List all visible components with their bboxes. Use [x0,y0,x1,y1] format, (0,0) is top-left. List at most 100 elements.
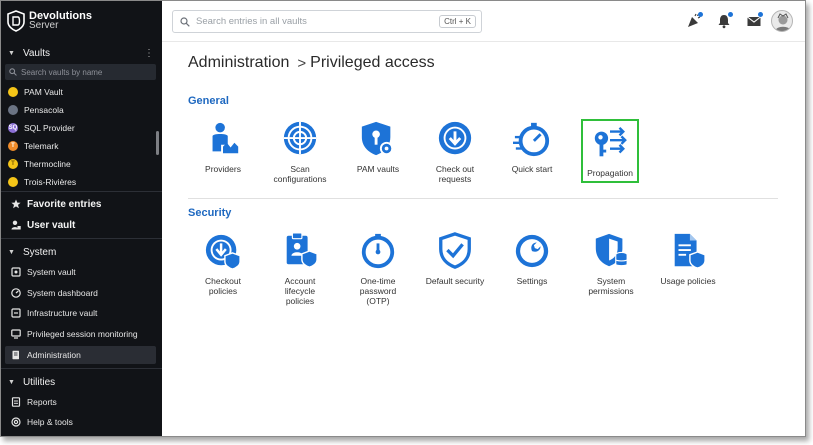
vault-icon [11,267,21,277]
server-vault-icon [11,308,21,318]
notification-dot [698,12,703,17]
tile-label: Check out requests [435,164,475,184]
sidebar-vault-thermocline[interactable]: T Thermocline [8,156,71,172]
tile-checkout-policies[interactable]: Checkout policies [193,232,253,296]
vault-label: Telemark [24,141,59,151]
security-section-title: Security [188,207,232,219]
lifecycle-icon [286,232,318,268]
vault-icon: SQ [8,123,18,133]
sidebar-vault-pam-vault[interactable]: PAM Vault [8,84,63,100]
system-vault-label: System vault [27,267,76,277]
search-icon [180,16,190,27]
sidebar-vault-sql-provider[interactable]: SQ SQL Provider [8,120,75,136]
tile-pam-vaults[interactable]: PAM vaults [348,120,408,174]
tile-account-lifecycle-policies[interactable]: Account lifecycle policies [270,232,330,306]
system-section-header[interactable]: ▼ System [1,242,162,262]
main-content: Administration > Privileged access Gener… [162,42,805,436]
tile-settings[interactable]: Settings [502,232,562,286]
vault-search-input[interactable]: Search vaults by name [5,64,156,80]
app-window: Devolutions Server ▼ Vaults ⋮ Search vau… [0,0,806,437]
utilities-section-header[interactable]: ▼ Utilities [1,372,162,392]
quick-start-icon [513,122,550,157]
sidebar-item-reports[interactable]: Reports [1,393,162,411]
notification-dot [758,12,763,17]
caret-down-icon: ▼ [8,248,15,256]
sidebar-item-help-tools[interactable]: Help & tools [1,413,162,431]
tile-one-time-password[interactable]: One-time password (OTP) [348,232,408,306]
tile-providers[interactable]: Providers [193,120,253,174]
tile-label: Providers [205,164,241,174]
lifebuoy-icon [11,417,21,427]
infrastructure-vault-label: Infrastructure vault [27,308,98,318]
notifications-button[interactable] [716,12,733,29]
page-title: Privileged access [310,54,435,71]
permissions-icon [595,233,628,267]
tile-usage-policies[interactable]: Usage policies [658,232,718,286]
sidebar-item-administration[interactable]: Administration [5,346,156,364]
sidebar-scrollbar[interactable] [156,131,159,155]
section-divider [188,198,778,199]
search-shortcut-badge: Ctrl + K [439,15,476,28]
general-section-title: General [188,95,229,107]
sidebar-vault-trois-rivieres[interactable]: Trois-Rivières [8,174,76,190]
avatar-image-icon [775,13,791,31]
pam-vault-icon [361,121,394,156]
tile-label: Checkout policies [205,276,241,296]
tile-quick-start[interactable]: Quick start [502,120,562,174]
global-search-input[interactable]: Search entries in all vaults Ctrl + K [172,10,482,33]
privileged-session-monitoring-label: Privileged session monitoring [27,329,138,339]
breadcrumb-separator: > [297,54,307,72]
sidebar-item-favorite-entries[interactable]: Favorite entries [1,194,162,214]
sidebar-item-system-vault[interactable]: System vault [1,263,162,281]
user-avatar[interactable] [771,10,793,32]
sidebar-divider [1,368,162,369]
notification-dot [728,12,733,17]
vault-icon [8,177,18,187]
sidebar: Devolutions Server ▼ Vaults ⋮ Search vau… [1,1,162,436]
user-vault-label: User vault [27,219,76,231]
vault-label: PAM Vault [24,87,63,97]
sidebar-divider [1,191,162,192]
sidebar-item-user-vault[interactable]: User vault [1,215,162,235]
messages-button[interactable] [746,12,763,29]
tile-default-security[interactable]: Default security [425,232,485,286]
checkout-policy-icon [205,234,241,270]
administration-label: Administration [27,350,81,360]
tile-label: Account lifecycle policies [284,276,316,306]
vault-label: SQL Provider [24,123,75,133]
vaults-section-header[interactable]: ▼ Vaults ⋮ [1,43,162,63]
tile-scan-configurations[interactable]: Scan configurations [270,120,330,184]
system-header-label: System [22,246,57,258]
vaults-header-label: Vaults [22,47,50,59]
tile-system-permissions[interactable]: System permissions [581,232,641,296]
breadcrumb-root[interactable]: Administration [188,54,289,72]
checkout-request-icon [438,121,472,155]
tile-label: Propagation [587,168,633,178]
sidebar-item-system-dashboard[interactable]: System dashboard [1,284,162,302]
sidebar-item-infrastructure-vault[interactable]: Infrastructure vault [1,304,162,322]
sidebar-divider [1,238,162,239]
tile-label: One-time password (OTP) [359,276,397,306]
tile-propagation[interactable]: Propagation [581,119,639,183]
gauge-icon [11,288,21,298]
admin-doc-icon [11,350,21,360]
vault-label: Pensacola [24,105,64,115]
vault-label: Thermocline [24,159,71,169]
shield-check-icon [439,232,471,269]
favorite-entries-label: Favorite entries [27,198,102,210]
sidebar-item-privileged-session-monitoring[interactable]: Privileged session monitoring [1,325,162,343]
vault-icon [8,105,18,115]
scan-icon [283,121,317,155]
sidebar-vault-pensacola[interactable]: Pensacola [8,102,64,118]
vault-icon: T [8,159,18,169]
sidebar-vault-telemark[interactable]: T Telemark [8,138,58,154]
vault-icon: T [8,141,18,151]
tile-label: Scan configurations [273,164,327,184]
user-lock-icon [11,220,21,230]
whats-new-button[interactable] [686,12,703,29]
tile-label: System permissions [588,276,634,296]
monitor-icon [11,329,21,339]
kebab-menu-icon[interactable]: ⋮ [144,48,154,59]
brand-logo[interactable]: Devolutions Server [7,8,92,34]
tile-check-out-requests[interactable]: Check out requests [425,120,485,184]
